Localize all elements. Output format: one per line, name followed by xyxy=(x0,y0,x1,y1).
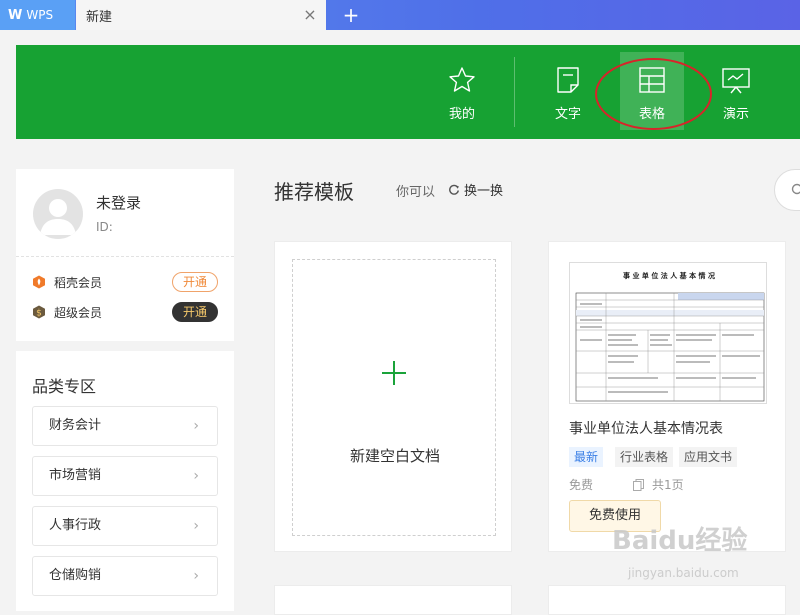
user-card-divider xyxy=(16,256,234,257)
document-icon xyxy=(553,65,583,95)
header-divider xyxy=(514,57,515,127)
category-item-hr[interactable]: 人事行政 › xyxy=(32,506,218,546)
star-icon xyxy=(447,65,477,95)
user-card: 未登录 ID: 稻壳会员 开通 $ 超级会员 开通 xyxy=(16,169,234,341)
nav-mine-label: 我的 xyxy=(449,103,475,122)
new-blank-document-label: 新建空白文档 xyxy=(293,445,497,466)
user-id: ID: xyxy=(96,220,113,234)
template-card-next[interactable] xyxy=(274,585,512,615)
default-user-icon xyxy=(33,189,83,239)
template-name[interactable]: 事业单位法人基本情况表 xyxy=(569,418,723,438)
highlight-circle-annotation xyxy=(595,58,712,130)
tab-bar: W WPS 新建 × + xyxy=(0,0,800,30)
thumbnail-title: 事 业 单 位 法 人 基 本 情 况 xyxy=(623,271,715,280)
category-item-label: 市场营销 xyxy=(49,468,101,483)
refresh-hint: 你可以 xyxy=(396,181,435,200)
category-item-finance[interactable]: 财务会计 › xyxy=(32,406,218,446)
tag-newest[interactable]: 最新 xyxy=(569,447,603,467)
super-membership-label: 超级会员 xyxy=(54,304,102,321)
plus-icon xyxy=(381,360,407,386)
tab-wps-label: WPS xyxy=(26,8,53,22)
template-card-next[interactable] xyxy=(548,585,786,615)
category-item-label: 仓储购销 xyxy=(49,568,101,583)
new-blank-document-area[interactable]: 新建空白文档 xyxy=(292,259,496,536)
tab-new-label: 新建 xyxy=(86,6,112,25)
template-search-box[interactable] xyxy=(774,169,800,211)
template-page-count-label: 共1页 xyxy=(652,476,684,493)
tab-wps-home[interactable]: W WPS xyxy=(0,0,75,30)
recommended-templates-title: 推荐模板 xyxy=(274,176,354,205)
template-page-count: 共1页 xyxy=(633,476,684,493)
category-item-label: 财务会计 xyxy=(49,418,101,433)
new-blank-document-card[interactable]: 新建空白文档 xyxy=(274,241,512,552)
super-member-icon: $ xyxy=(32,305,46,319)
category-item-label: 人事行政 xyxy=(49,518,101,533)
tab-new[interactable]: 新建 × xyxy=(76,0,326,30)
avatar[interactable] xyxy=(33,189,83,239)
template-price: 免费 xyxy=(569,476,593,493)
svg-text:$: $ xyxy=(36,309,42,319)
category-item-warehouse[interactable]: 仓储购销 › xyxy=(32,556,218,596)
add-tab-button[interactable]: + xyxy=(340,3,362,27)
refresh-button[interactable]: 换一换 xyxy=(448,180,503,199)
baidu-watermark: Baidu经验 xyxy=(612,520,747,557)
nav-presentation-label: 演示 xyxy=(723,103,749,122)
search-icon xyxy=(791,183,800,197)
category-card: 品类专区 财务会计 › 市场营销 › 人事行政 › 仓储购销 › xyxy=(16,351,234,611)
refresh-label: 换一换 xyxy=(464,180,503,199)
pages-icon xyxy=(633,479,644,491)
spreadsheet-preview-image: 事 业 单 位 法 人 基 本 情 况 xyxy=(570,263,767,404)
docer-open-button[interactable]: 开通 xyxy=(172,272,218,292)
tag-application-document[interactable]: 应用文书 xyxy=(679,447,737,467)
template-card[interactable]: 事 业 单 位 法 人 基 本 情 况 xyxy=(548,241,786,552)
docer-membership-label: 稻壳会员 xyxy=(54,274,102,291)
tag-industry-form[interactable]: 行业表格 xyxy=(615,447,673,467)
docer-member-icon xyxy=(32,275,46,289)
refresh-icon xyxy=(448,184,460,196)
baidu-watermark-url: jingyan.baidu.com xyxy=(628,566,739,580)
super-open-button[interactable]: 开通 xyxy=(172,302,218,322)
nav-writer[interactable]: 文字 xyxy=(536,45,600,139)
category-title: 品类专区 xyxy=(32,373,96,397)
docer-membership: 稻壳会员 xyxy=(32,272,102,292)
presentation-icon xyxy=(721,65,751,95)
close-icon[interactable]: × xyxy=(302,7,318,23)
wps-logo-icon: W xyxy=(8,8,22,23)
chevron-right-icon: › xyxy=(193,457,199,495)
template-thumbnail[interactable]: 事 业 单 位 法 人 基 本 情 况 xyxy=(569,262,767,404)
category-item-marketing[interactable]: 市场营销 › xyxy=(32,456,218,496)
chevron-right-icon: › xyxy=(193,507,199,545)
super-membership: $ 超级会员 xyxy=(32,302,102,322)
nav-writer-label: 文字 xyxy=(555,103,581,122)
user-name[interactable]: 未登录 xyxy=(96,192,141,213)
chevron-right-icon: › xyxy=(193,407,199,445)
chevron-right-icon: › xyxy=(193,557,199,595)
nav-mine[interactable]: 我的 xyxy=(430,45,494,139)
nav-presentation[interactable]: 演示 xyxy=(704,45,768,139)
